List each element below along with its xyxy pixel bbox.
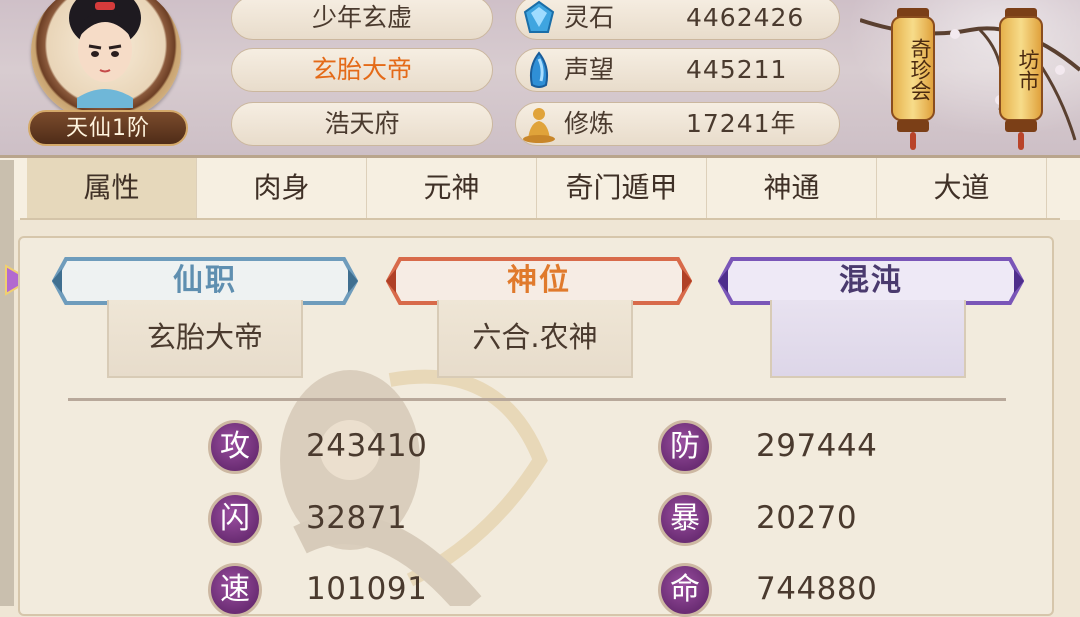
side-strip	[0, 160, 14, 606]
tab-spirit[interactable]: 元神	[367, 158, 537, 218]
critical-icon: 暴	[658, 492, 712, 546]
character-portrait-icon	[69, 0, 141, 108]
cultivation-icon	[523, 108, 555, 143]
tab-underline	[20, 218, 1060, 220]
life-icon: 命	[658, 563, 712, 617]
player-header: 天仙1阶 少年玄虚 玄胎大帝 浩天府 灵石 4462426 声望 445211 …	[0, 0, 1080, 158]
resource-spirit-stone: 灵石 4462426	[515, 0, 840, 40]
speed-value: 101091	[306, 571, 428, 607]
tab-attributes[interactable]: 属性	[27, 158, 197, 218]
player-title: 玄胎大帝	[231, 48, 493, 92]
resource-label: 灵石	[564, 3, 615, 32]
lantern-tassel	[910, 132, 916, 150]
lantern-tassel	[1018, 132, 1024, 150]
critical-value: 20270	[756, 500, 858, 536]
tab-qimen-dunjia[interactable]: 奇门遁甲	[537, 158, 707, 218]
tab-bar: 属性 肉身 元神 奇门遁甲 神通 大道	[0, 158, 1080, 220]
lantern-cap	[897, 120, 929, 132]
section-divider	[68, 398, 1006, 401]
divine-seat-value: 六合.农神	[437, 300, 633, 378]
defense-value: 297444	[756, 428, 878, 464]
resource-label: 声望	[564, 55, 615, 84]
resource-value: 17241年	[686, 109, 797, 138]
dodge-icon: 闪	[208, 492, 262, 546]
attack-value: 243410	[306, 428, 428, 464]
treasure-fair-lantern-button[interactable]: 奇珍会	[891, 8, 935, 150]
life-value: 744880	[756, 571, 878, 607]
lantern-cap	[1005, 120, 1037, 132]
resource-label: 修炼	[564, 109, 615, 138]
tab-great-dao[interactable]: 大道	[877, 158, 1047, 218]
rank-badge: 天仙1阶	[28, 110, 188, 146]
player-name: 少年玄虚	[231, 0, 493, 40]
lantern-label: 坊市	[1016, 48, 1040, 91]
reputation-icon	[529, 51, 549, 88]
speed-icon: 速	[208, 563, 262, 617]
player-sect: 浩天府	[231, 102, 493, 146]
dodge-value: 32871	[306, 500, 408, 536]
resource-value: 445211	[686, 55, 788, 84]
background-hero-illustration	[280, 369, 548, 606]
spirit-stone-icon	[523, 0, 555, 33]
defense-icon: 防	[658, 420, 712, 474]
tab-body[interactable]: 肉身	[197, 158, 367, 218]
resource-value: 4462426	[686, 3, 805, 32]
resource-reputation: 声望 445211	[515, 48, 840, 92]
immortal-post-value: 玄胎大帝	[107, 300, 303, 378]
lantern-label: 奇珍会	[908, 38, 932, 101]
chaos-value	[770, 300, 966, 378]
attack-icon: 攻	[208, 420, 262, 474]
resource-cultivation: 修炼 17241年	[515, 102, 840, 146]
tab-divine-powers[interactable]: 神通	[707, 158, 877, 218]
market-lantern-button[interactable]: 坊市	[999, 8, 1043, 150]
